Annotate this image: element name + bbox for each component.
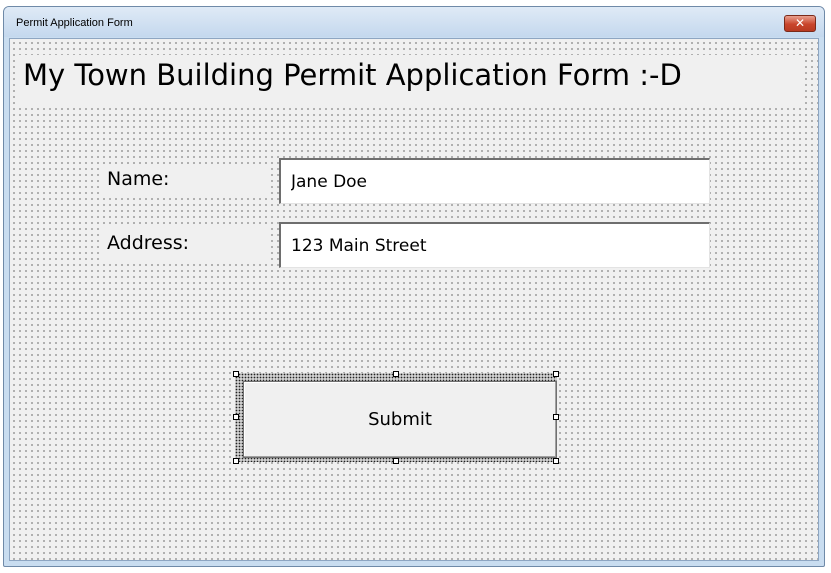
name-field[interactable] — [279, 158, 710, 204]
form-designer-surface[interactable]: My Town Building Permit Application Form… — [9, 38, 819, 561]
address-field[interactable] — [279, 222, 710, 268]
window-title: Permit Application Form — [16, 17, 133, 29]
resize-handle-bottom-left[interactable] — [233, 458, 239, 464]
resize-handle-bottom-right[interactable] — [553, 458, 559, 464]
resize-handle-left[interactable] — [233, 414, 239, 420]
title-bar[interactable]: Permit Application Form ✕ — [4, 7, 824, 37]
close-icon: ✕ — [794, 16, 806, 30]
resize-handle-bottom[interactable] — [393, 458, 399, 464]
resize-handle-top-right[interactable] — [553, 371, 559, 377]
page-title: My Town Building Permit Application Form… — [15, 55, 805, 105]
address-label: Address: — [101, 228, 271, 262]
close-button[interactable]: ✕ — [784, 15, 816, 32]
resize-handle-top-left[interactable] — [233, 371, 239, 377]
app-window: Permit Application Form ✕ My Town Buildi… — [3, 6, 825, 567]
resize-handle-right[interactable] — [553, 414, 559, 420]
resize-handle-top[interactable] — [393, 371, 399, 377]
submit-button[interactable]: Submit — [243, 381, 557, 458]
name-label: Name: — [101, 164, 271, 198]
